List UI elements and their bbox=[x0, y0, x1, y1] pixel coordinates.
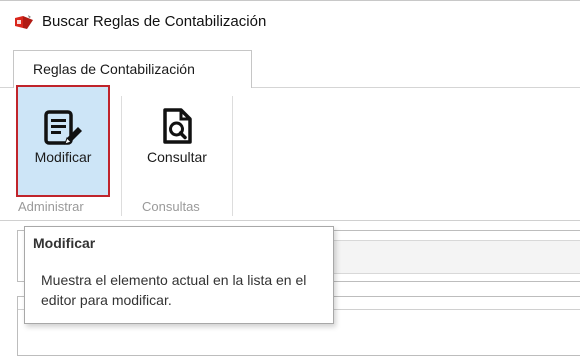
group-label-consultas: Consultas bbox=[142, 199, 200, 214]
title-bar: Buscar Reglas de Contabilización bbox=[0, 1, 580, 43]
tooltip-title: Modificar bbox=[33, 235, 96, 251]
window-title: Buscar Reglas de Contabilización bbox=[42, 13, 267, 30]
modificar-label: Modificar bbox=[34, 149, 92, 165]
group-separator bbox=[232, 96, 233, 216]
consultar-label: Consultar bbox=[147, 149, 207, 165]
edit-document-icon bbox=[44, 110, 82, 145]
tab-label: Reglas de Contabilización bbox=[33, 61, 195, 77]
group-separator bbox=[121, 96, 122, 216]
consultar-button[interactable]: Consultar bbox=[130, 85, 224, 197]
app-logo-icon bbox=[15, 15, 33, 29]
tab-reglas-de-contabilizacion[interactable]: Reglas de Contabilización bbox=[13, 50, 252, 88]
modificar-button[interactable]: Modificar bbox=[16, 85, 110, 197]
tooltip-body: Muestra el elemento actual en la lista e… bbox=[41, 272, 307, 308]
modificar-tooltip: Modificar Muestra el elemento actual en … bbox=[24, 226, 334, 324]
search-document-icon bbox=[163, 108, 192, 144]
ribbon-bottom-border bbox=[0, 220, 580, 221]
group-label-administrar: Administrar bbox=[18, 199, 84, 214]
